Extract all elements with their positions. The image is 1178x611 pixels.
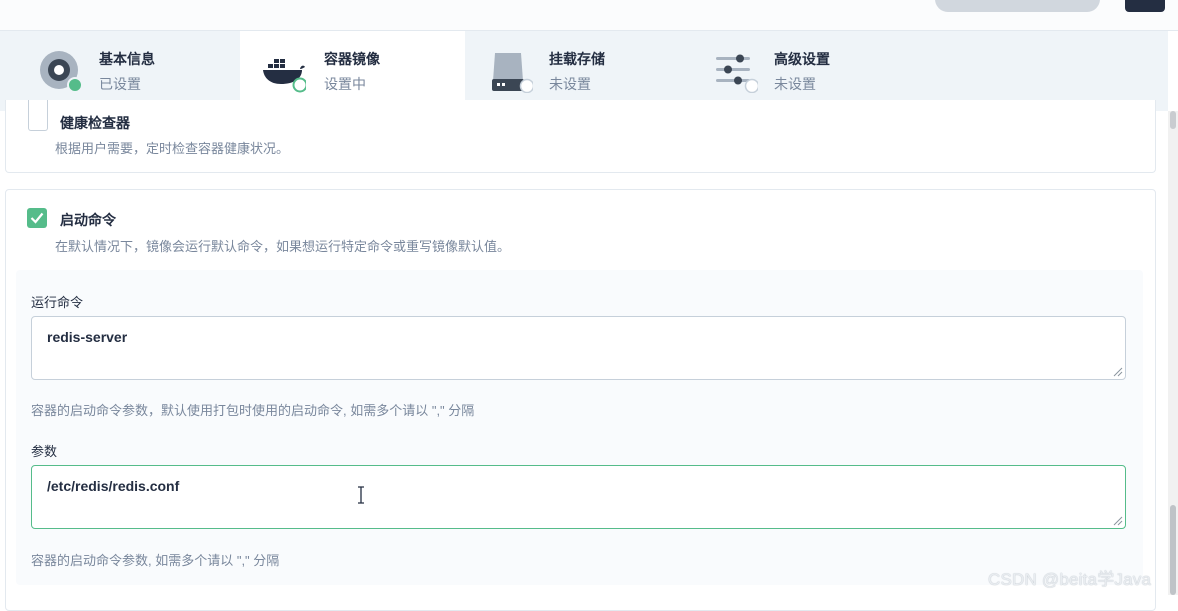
args-label: 参数 — [31, 444, 58, 459]
startup-command-checkbox[interactable] — [27, 208, 47, 228]
health-check-checkbox[interactable] — [28, 100, 48, 131]
top-action-button[interactable] — [935, 0, 1100, 12]
top-close-button[interactable] — [1125, 0, 1165, 12]
run-command-label: 运行命令 — [31, 295, 84, 310]
step-tabs: 基本信息 已设置 容器镜像 设置中 挂载存储 未设置 高级设置 未设置 — [0, 31, 1168, 111]
step-title: 容器镜像 — [324, 51, 380, 67]
resize-handle-icon[interactable] — [1113, 516, 1123, 526]
args-value: /etc/redis/redis.conf — [47, 478, 180, 494]
sliders-icon — [716, 54, 758, 93]
step-container-image[interactable]: 容器镜像 设置中 — [240, 31, 465, 111]
startup-command-card: 启动命令 在默认情况下，镜像会运行默认命令，如果想运行特定命令或重写镜像默认值。… — [5, 189, 1156, 611]
step-title: 基本信息 — [99, 51, 155, 67]
step-status: 未设置 — [774, 76, 816, 92]
step-storage[interactable]: 挂载存储 未设置 — [465, 31, 690, 111]
disc-icon — [40, 51, 82, 93]
scrollbar-thumb[interactable] — [1170, 505, 1176, 595]
storage-drive-icon — [492, 53, 533, 93]
health-check-description: 根据用户需要，定时检查容器健康状况。 — [55, 141, 290, 156]
top-bar — [0, 0, 1178, 31]
run-command-value: redis-server — [47, 329, 128, 345]
step-title: 挂载存储 — [549, 51, 605, 67]
resize-handle-icon[interactable] — [1113, 367, 1123, 377]
run-command-textarea[interactable]: redis-server — [31, 316, 1126, 380]
startup-command-form: 运行命令 redis-server 容器的启动命令参数，默认使用打包时使用的启动… — [16, 270, 1143, 585]
args-hint: 容器的启动命令参数, 如需多个请以 "," 分隔 — [31, 553, 280, 568]
watermark: CSDN @beita学Java — [988, 570, 1152, 589]
step-advanced[interactable]: 高级设置 未设置 — [690, 31, 915, 111]
scrollbar-top-thumb[interactable] — [1170, 111, 1176, 129]
step-status: 未设置 — [549, 76, 591, 92]
docker-whale-icon — [263, 59, 306, 93]
step-status: 设置中 — [324, 76, 366, 92]
scrollbar[interactable] — [1168, 111, 1178, 595]
startup-command-label: 启动命令 — [60, 212, 116, 228]
text-cursor-icon — [358, 486, 364, 504]
step-title: 高级设置 — [774, 51, 830, 67]
step-status: 已设置 — [99, 76, 141, 92]
run-command-hint: 容器的启动命令参数，默认使用打包时使用的启动命令, 如需多个请以 "," 分隔 — [31, 403, 475, 418]
startup-command-description: 在默认情况下，镜像会运行默认命令，如果想运行特定命令或重写镜像默认值。 — [55, 239, 511, 254]
checkmark-icon — [30, 212, 44, 224]
args-textarea[interactable]: /etc/redis/redis.conf — [31, 465, 1126, 529]
step-basic-info[interactable]: 基本信息 已设置 — [0, 31, 225, 111]
health-check-card: 健康检查器 根据用户需要，定时检查容器健康状况。 — [5, 100, 1156, 173]
health-check-label: 健康检查器 — [60, 115, 130, 131]
